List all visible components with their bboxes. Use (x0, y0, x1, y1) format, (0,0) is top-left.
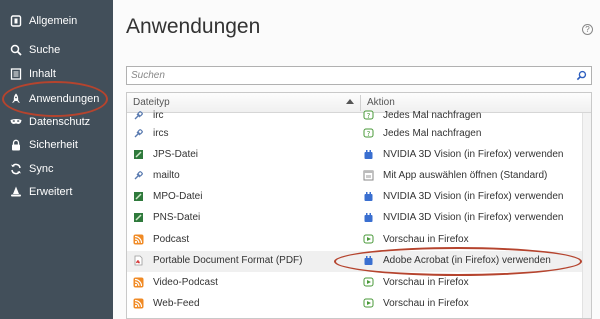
sidebar-item-erweitert[interactable]: Erweitert (0, 180, 113, 204)
stereo-file-icon (134, 213, 143, 222)
table-row[interactable]: Podcast Vorschau in Firefox (127, 230, 583, 251)
stereo-file-icon (134, 150, 143, 159)
sidebar-item-label: Anwendungen (29, 93, 100, 105)
vertical-scrollbar[interactable] (582, 113, 591, 318)
action-label: Vorschau in Firefox (383, 234, 469, 245)
sidebar-item-label: Erweitert (29, 186, 73, 198)
svg-text:?: ? (367, 130, 371, 138)
file-type-label: JPS-Datei (153, 149, 199, 160)
feed-icon (133, 234, 144, 245)
help-icon[interactable]: ? (582, 24, 593, 35)
mask-icon (10, 116, 22, 128)
sidebar-item-label: Datenschutz (29, 116, 91, 128)
sidebar-item-label: Allgemein (29, 15, 78, 27)
sidebar-item-sicherheit[interactable]: Sicherheit (0, 133, 113, 157)
file-type-label: ircs (153, 128, 169, 139)
sidebar: Allgemein Suche Inhalt Anwendungen Daten… (0, 0, 113, 319)
action-label: Jedes Mal nachfragen (383, 128, 482, 139)
search-box[interactable] (126, 66, 592, 85)
preview-icon (363, 298, 374, 308)
content-icon (10, 68, 22, 80)
action-label: NVIDIA 3D Vision (in Firefox) verwenden (383, 149, 564, 160)
applications-table: Dateityp Aktion irc ? Jedes Mal nachfrag… (126, 92, 592, 319)
plugin-icon (364, 150, 373, 159)
stereo-file-icon (134, 192, 143, 201)
action-label: Vorschau in Firefox (383, 298, 469, 309)
table-row[interactable]: Web-Feed Vorschau in Firefox (127, 294, 583, 315)
preview-icon (363, 277, 374, 287)
lock-icon (10, 139, 22, 151)
page-title: Anwendungen (126, 15, 261, 38)
plugin-icon (364, 213, 373, 222)
table-row[interactable]: Video-Podcast Vorschau in Firefox (127, 273, 583, 294)
action-label: NVIDIA 3D Vision (in Firefox) verwenden (383, 191, 564, 202)
pdf-icon (134, 255, 143, 266)
search-input[interactable] (131, 68, 571, 83)
preview-icon (363, 234, 374, 244)
file-type-label: mailto (153, 170, 180, 181)
sidebar-item-suche[interactable]: Suche (0, 38, 113, 62)
table-row[interactable]: MPO-Datei NVIDIA 3D Vision (in Firefox) … (127, 187, 583, 208)
action-label: Vorschau in Firefox (383, 277, 469, 288)
app-chooser-icon (363, 170, 374, 181)
link-icon (134, 129, 143, 138)
sidebar-item-anwendungen[interactable]: Anwendungen (0, 87, 113, 111)
action-label: Adobe Acrobat (in Firefox) verwenden (383, 255, 551, 266)
wizard-hat-icon (10, 186, 22, 198)
file-type-label: MPO-Datei (153, 191, 203, 202)
action-label: NVIDIA 3D Vision (in Firefox) verwenden (383, 212, 564, 223)
rocket-icon (10, 93, 22, 105)
search-icon[interactable] (576, 70, 587, 81)
table-row[interactable]: ircs ? Jedes Mal nachfragen (127, 124, 583, 145)
table-row[interactable]: mailto Mit App auswählen öffnen (Standar… (127, 166, 583, 187)
file-type-label: Video-Podcast (153, 277, 218, 288)
sort-ascending-icon (346, 99, 354, 104)
file-type-label: irc (153, 110, 164, 121)
link-icon (134, 171, 143, 180)
plugin-icon (364, 192, 373, 201)
sidebar-item-datenschutz[interactable]: Datenschutz (0, 110, 113, 134)
link-icon (134, 111, 143, 120)
sidebar-item-sync[interactable]: Sync (0, 157, 113, 181)
sidebar-item-label: Inhalt (29, 68, 56, 80)
svg-text:?: ? (367, 112, 371, 120)
ask-icon: ? (363, 128, 374, 138)
sync-icon (10, 163, 22, 175)
table-row[interactable]: Portable Document Format (PDF) Adobe Acr… (127, 251, 583, 272)
file-type-label: PNS-Datei (153, 212, 201, 223)
feed-icon (133, 277, 144, 288)
action-label: Mit App auswählen öffnen (Standard) (383, 170, 548, 181)
general-icon (10, 15, 22, 27)
file-type-label: Web-Feed (153, 298, 200, 309)
search-icon (10, 44, 22, 56)
file-type-label: Portable Document Format (PDF) (153, 255, 303, 266)
sidebar-item-inhalt[interactable]: Inhalt (0, 62, 113, 86)
plugin-icon (364, 256, 373, 265)
file-type-label: Podcast (153, 234, 190, 245)
sidebar-item-label: Suche (29, 44, 61, 56)
ask-icon: ? (363, 110, 374, 120)
table-row[interactable]: JPS-Datei NVIDIA 3D Vision (in Firefox) … (127, 145, 583, 166)
feed-icon (133, 298, 144, 309)
action-label: Jedes Mal nachfragen (383, 110, 482, 121)
sidebar-item-label: Sync (29, 163, 54, 175)
table-row[interactable]: PNS-Datei NVIDIA 3D Vision (in Firefox) … (127, 208, 583, 229)
sidebar-item-allgemein[interactable]: Allgemein (0, 9, 113, 33)
sidebar-item-label: Sicherheit (29, 139, 78, 151)
